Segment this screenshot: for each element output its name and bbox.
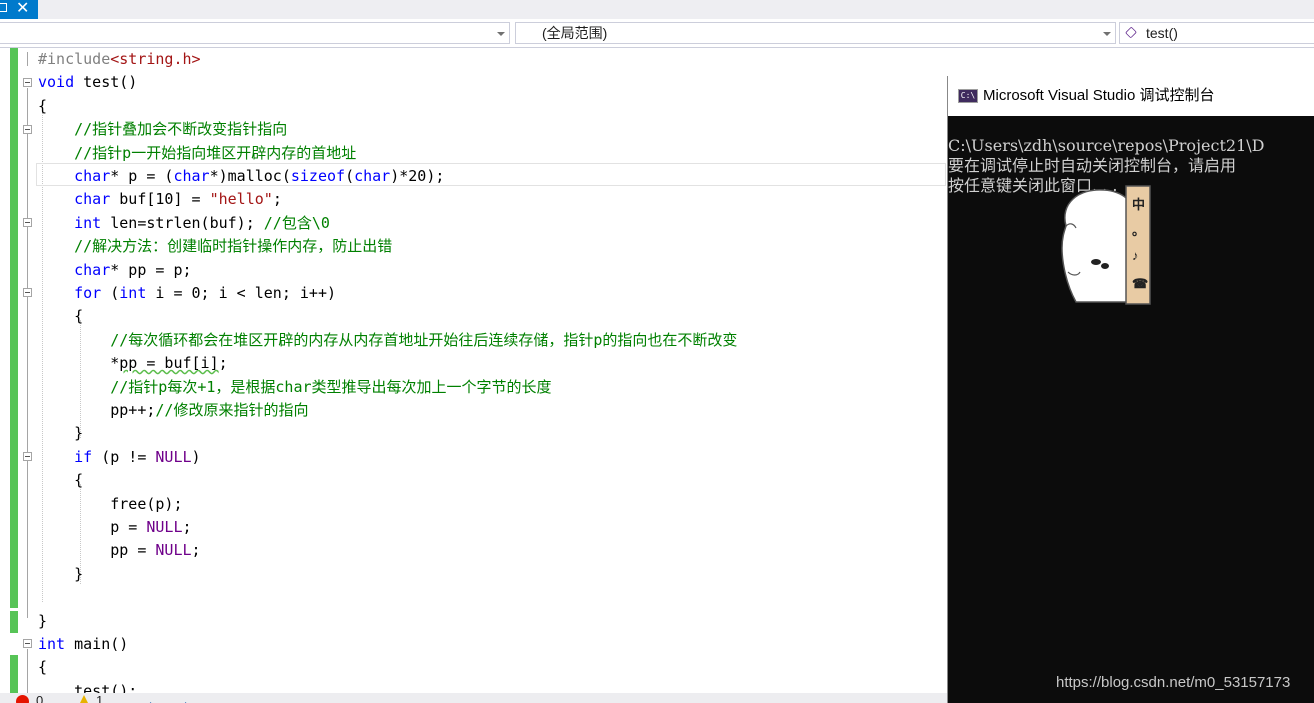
document-tab-strip: ✕	[0, 0, 1314, 19]
code-line-11: for (int i = 0; i < len; i++)	[74, 284, 337, 302]
code-line-22: pp = NULL;	[110, 541, 201, 560]
code-line-7: char buf[10] = "hello";	[74, 190, 282, 209]
active-document-tab[interactable]: ✕	[0, 0, 38, 19]
code-line-1: #include<string.h>	[38, 50, 201, 68]
code-line-20: free(p);	[110, 494, 183, 513]
code-line-27: {	[38, 658, 48, 677]
watermark-url: https://blog.csdn.net/m0_53157173	[1056, 674, 1291, 691]
code-line-25: }	[38, 611, 48, 630]
sticker-char-2: 。	[1132, 223, 1146, 238]
change-indicator	[10, 48, 18, 608]
arrow-right-icon[interactable]: →	[176, 693, 190, 703]
console-title: Microsoft Visual Studio 调试控制台	[983, 87, 1215, 104]
warning-count: 1	[96, 693, 104, 703]
ime-mascot-sticker[interactable]: 中 。 ♪ ☎	[1056, 180, 1152, 308]
arrow-left-icon[interactable]: ←	[146, 693, 160, 703]
debug-console-window[interactable]: C:\ Microsoft Visual Studio 调试控制台 C:\Use…	[947, 76, 1314, 703]
collapse-icon[interactable]	[23, 78, 32, 87]
code-line-17: }	[74, 424, 84, 443]
editor-status-strip: 0 1 ← →	[0, 693, 950, 703]
error-count: 0	[36, 693, 44, 703]
collapse-icon[interactable]	[23, 452, 32, 461]
scope-dropdown-value: (全局范围)	[542, 25, 608, 41]
collapse-icon[interactable]	[23, 218, 32, 227]
change-indicator	[10, 611, 18, 633]
code-line-14: *pp = buf[i];	[110, 354, 228, 373]
collapse-icon[interactable]	[23, 125, 32, 134]
outline-line	[27, 52, 28, 66]
console-app-icon: C:\	[958, 89, 978, 103]
code-line-26: int main()	[38, 635, 129, 653]
console-line-1: C:\Users\zdh\source\repos\Project21\D	[948, 136, 1265, 155]
error-icon[interactable]	[16, 695, 29, 703]
code-line-4: //指针叠加会不断改变指针指向	[74, 120, 288, 139]
change-indicator	[10, 655, 18, 693]
code-line-2: void test()	[38, 73, 138, 92]
console-line-2: 要在调试停止时自动关闭控制台，请启用	[948, 156, 1237, 175]
code-line-18: if (p != NULL)	[74, 447, 201, 466]
code-line-9: //解决方法：创建临时指针操作内存，防止出错	[74, 237, 393, 256]
console-title-bar[interactable]: C:\ Microsoft Visual Studio 调试控制台	[948, 76, 1314, 116]
code-line-8: int len=strlen(buf); //包含\0	[74, 213, 330, 232]
code-line-5: //指针p一开始指向堆区开辟内存的首地址	[74, 143, 357, 162]
code-line-23: }	[74, 564, 84, 583]
member-dropdown[interactable]: test()	[1119, 22, 1314, 44]
code-line-21: p = NULL;	[110, 518, 192, 536]
error-squiggle: pp = buf[i]	[119, 354, 219, 373]
code-line-13: //每次循环都会在堆区开辟的内存从内存首地址开始往后连续存储，指针p的指向也在不…	[110, 330, 738, 349]
pin-icon[interactable]	[0, 3, 7, 12]
outline-line	[27, 649, 28, 693]
code-line-19: {	[74, 471, 84, 490]
code-line-10: char* pp = p;	[74, 260, 192, 279]
warning-icon[interactable]	[78, 695, 90, 703]
sticker-char-3: ♪	[1132, 248, 1139, 263]
code-line-6: char* p = (char*)malloc(sizeof(char)*20)…	[74, 167, 445, 185]
chevron-down-icon	[1103, 32, 1111, 36]
code-line-15: //指针p每次+1，是根据char类型推导出每次加上一个字节的长度	[110, 377, 552, 396]
code-line-16: pp++;//修改原来指针的指向	[110, 401, 309, 419]
project-dropdown[interactable]	[0, 22, 510, 44]
navigation-bar: (全局范围) test()	[0, 19, 1314, 48]
chevron-down-icon	[497, 32, 505, 36]
sticker-char-1: 中	[1132, 197, 1146, 212]
collapse-icon[interactable]	[23, 288, 32, 297]
member-dropdown-value: test()	[1146, 25, 1178, 41]
code-line-12: {	[74, 307, 84, 326]
sticker-char-4: ☎	[1132, 276, 1149, 291]
outline-line	[27, 88, 28, 618]
collapse-icon[interactable]	[23, 639, 32, 648]
scope-dropdown[interactable]: (全局范围)	[515, 22, 1116, 44]
close-tab-icon[interactable]: ✕	[16, 0, 29, 18]
method-icon	[1125, 26, 1137, 39]
code-line-3: {	[38, 96, 48, 115]
